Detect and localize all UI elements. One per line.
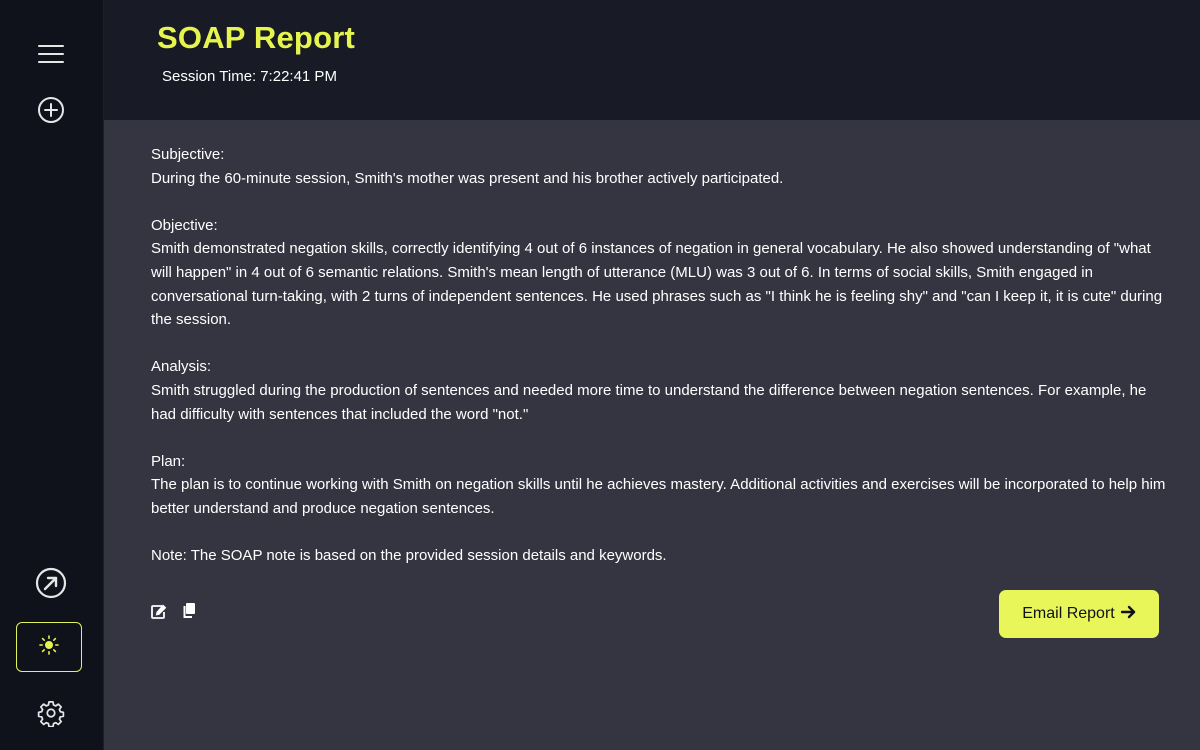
menu-icon xyxy=(38,44,64,64)
page-title: SOAP Report xyxy=(157,20,355,55)
menu-button[interactable] xyxy=(28,31,74,77)
copy-icon xyxy=(182,602,196,624)
external-link-icon xyxy=(35,567,67,599)
sun-icon xyxy=(39,634,59,660)
objective-section: Objective: Smith demonstrated negation s… xyxy=(151,214,1166,332)
section-heading: Plan: xyxy=(151,452,186,470)
copy-button[interactable] xyxy=(180,602,198,624)
theme-toggle-button[interactable] xyxy=(16,622,82,672)
arrow-right-icon xyxy=(1120,605,1136,624)
session-time-label: Session Time: xyxy=(162,68,257,85)
analysis-section: Analysis: Smith struggled during the pro… xyxy=(151,355,1166,426)
email-report-label: Email Report xyxy=(1022,605,1115,622)
header: SOAP Report Session Time: 7:22:41 PM xyxy=(104,0,1200,120)
session-time: Session Time: 7:22:41 PM xyxy=(162,68,337,85)
new-session-button[interactable] xyxy=(28,87,74,133)
edit-button[interactable] xyxy=(150,604,168,622)
note-section: Note: The SOAP note is based on the prov… xyxy=(151,544,1166,568)
open-external-button[interactable] xyxy=(28,560,74,606)
report-tools xyxy=(150,602,198,624)
section-heading: Analysis: xyxy=(151,358,212,376)
session-time-value: 7:22:41 PM xyxy=(260,68,337,85)
soap-report-text: Subjective: During the 60-minute session… xyxy=(151,143,1166,591)
plus-circle-icon xyxy=(37,96,65,124)
edit-icon xyxy=(150,603,168,624)
section-body: During the 60-minute session, Smith's mo… xyxy=(151,169,784,187)
section-body: The plan is to continue working with Smi… xyxy=(151,476,1166,517)
settings-button[interactable] xyxy=(28,690,74,736)
subjective-section: Subjective: During the 60-minute session… xyxy=(151,143,1166,190)
section-body: Smith demonstrated negation skills, corr… xyxy=(151,240,1163,329)
section-body: Smith struggled during the production of… xyxy=(151,381,1147,423)
sidebar xyxy=(0,0,104,750)
section-heading: Subjective: xyxy=(151,146,225,163)
section-heading: Objective: xyxy=(151,216,218,234)
email-report-button[interactable]: Email Report xyxy=(999,590,1159,638)
report-note: Note: The SOAP note is based on the prov… xyxy=(151,547,667,565)
report-panel: Subjective: During the 60-minute session… xyxy=(104,120,1200,750)
gear-icon xyxy=(37,699,65,727)
plan-section: Plan: The plan is to continue working wi… xyxy=(151,450,1166,521)
